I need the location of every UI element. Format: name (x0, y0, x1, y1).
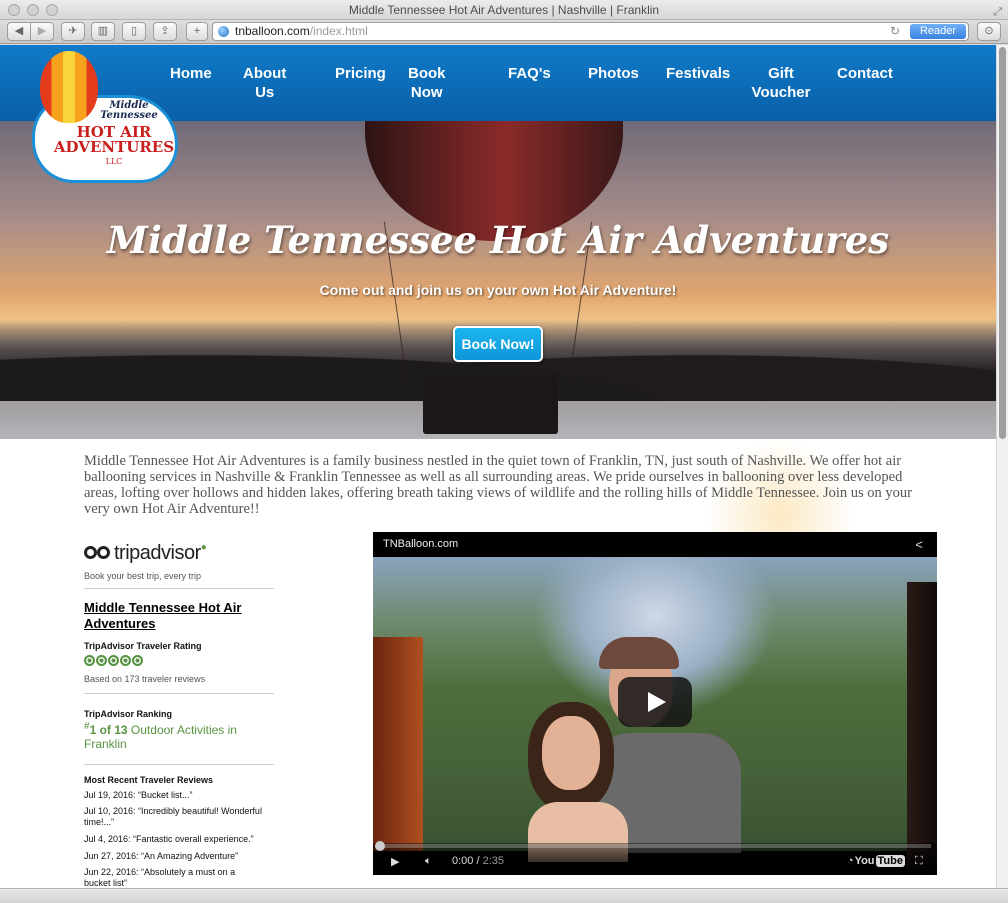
ranking-position: 1 of 13 (89, 723, 128, 737)
play-small-icon[interactable]: ▶ (391, 855, 399, 868)
url-domain: tnballoon.com (235, 24, 310, 38)
hero-book-now-button[interactable]: Book Now! (453, 326, 543, 362)
reviews-count-link[interactable]: Based on 173 traveler reviews (84, 674, 205, 684)
tripadvisor-business-link[interactable]: Middle Tennessee Hot Air Adventures (84, 600, 274, 632)
tripadvisor-widget: tripadvisor● Book your best trip, every … (74, 532, 274, 888)
nav-about-us[interactable]: About Us (243, 64, 286, 102)
tripadvisor-owl-icon (84, 546, 112, 560)
site-logo[interactable]: Middle Tennessee HOT AIR ADVENTURES LLC (28, 51, 182, 191)
rating-bubble-icon (120, 655, 131, 666)
video-title-bar: TNBalloon.com < (373, 532, 937, 557)
back-button[interactable]: ◀ (7, 22, 31, 41)
fullscreen-icon[interactable]: ⛶ (915, 855, 923, 868)
logo-line-2: HOT AIR ADVENTURES (53, 123, 175, 156)
hero-subtitle: Come out and join us on your own Hot Air… (319, 282, 677, 298)
window-controls (8, 4, 58, 16)
youtube-video-player[interactable]: TNBalloon.com < ▶ 🔈︎ 0:00 / 2:35 ◔ You Tu… (373, 532, 937, 875)
ranking-text[interactable]: #1 of 13 Outdoor Activities in Franklin (84, 720, 274, 751)
minimize-window-button[interactable] (27, 4, 39, 16)
progress-scrubber[interactable] (375, 841, 385, 851)
nav-book-now[interactable]: Book Now (408, 64, 446, 102)
nav-pricing[interactable]: Pricing (335, 64, 386, 83)
nav-festivals[interactable]: Festivals (666, 64, 730, 83)
reader-button[interactable]: Reader (910, 24, 966, 39)
rating-bubble-icon (108, 655, 119, 666)
rating-bubble-icon (96, 655, 107, 666)
extensions-icon[interactable]: ✈ (61, 22, 85, 41)
tripadvisor-tagline: Book your best trip, every trip (84, 571, 202, 581)
page-scrollbar[interactable] (996, 45, 1008, 888)
balloon-frame-right (907, 582, 937, 875)
play-icon[interactable] (618, 677, 692, 727)
time-total: 2:35 (482, 855, 505, 867)
window-title: Middle Tennessee Hot Air Adventures | Na… (348, 3, 660, 17)
sidebar-icon[interactable]: ▯ (122, 22, 146, 41)
divider (84, 693, 274, 694)
rating-bubble-icon (132, 655, 143, 666)
address-bar[interactable]: tnballoon.com/index.html ↻ Reader (212, 22, 969, 41)
divider (84, 764, 274, 765)
video-controls: ▶ 🔈︎ 0:00 / 2:35 ◔ You Tube ⛶ (373, 841, 937, 875)
review-item[interactable]: Jul 19, 2016: “Bucket list...” (84, 790, 274, 801)
review-item[interactable]: Jun 27, 2016: “An Amazing Adventure” (84, 851, 274, 862)
recent-reviews-heading: Most Recent Traveler Reviews (84, 775, 214, 785)
balloon-frame-left (373, 637, 423, 851)
reading-list-icon[interactable]: ▥ (91, 22, 115, 41)
hero-title: Middle Tennessee Hot Air Adventures (106, 218, 890, 262)
share-page-icon[interactable]: ⇪ (153, 22, 177, 41)
nav-faqs[interactable]: FAQ's (508, 64, 551, 83)
forward-button[interactable]: ▶ (30, 22, 54, 41)
nav-photos[interactable]: Photos (588, 64, 639, 83)
divider (84, 588, 274, 589)
status-bar (0, 888, 1008, 903)
video-title[interactable]: TNBalloon.com (383, 538, 458, 550)
volume-icon[interactable]: 🔈︎ (425, 855, 432, 868)
rating-bubbles (84, 655, 143, 666)
video-time: 0:00 / 2:35 (452, 855, 505, 867)
globe-icon (218, 26, 229, 37)
url-path: /index.html (309, 24, 368, 38)
zoom-window-button[interactable] (46, 4, 58, 16)
tripadvisor-wordmark: tripadvisor (114, 542, 201, 564)
review-item[interactable]: Jul 4, 2016: “Fantastic overall experien… (84, 834, 274, 845)
youtube-logo[interactable]: You Tube (855, 855, 905, 867)
nav-contact[interactable]: Contact (837, 64, 893, 83)
new-tab-button[interactable]: + (186, 22, 208, 41)
fullscreen-icon[interactable]: ⤢ (993, 2, 1002, 22)
video-progress-bar[interactable] (375, 841, 931, 851)
watch-later-icon[interactable]: ◔ (847, 855, 854, 867)
nav-gift-voucher[interactable]: Gift Voucher (748, 64, 814, 102)
logo-line-1: Middle Tennessee (100, 100, 158, 121)
intro-paragraph: Middle Tennessee Hot Air Adventures is a… (84, 453, 913, 517)
review-item[interactable]: Jun 22, 2016: “Absolutely a must on a bu… (84, 867, 254, 888)
rating-bubble-icon (84, 655, 95, 666)
share-icon[interactable]: < (915, 537, 923, 552)
ranking-heading: TripAdvisor Ranking (84, 709, 173, 719)
rating-heading: TripAdvisor Traveler Rating (84, 641, 202, 651)
scrollbar-thumb[interactable] (999, 47, 1006, 439)
hero-balloon-basket (423, 376, 558, 434)
logo-line-3: LLC (105, 157, 123, 166)
close-window-button[interactable] (8, 4, 20, 16)
browser-toolbar: ◀ ▶ ✈ ▥ ▯ ⇪ + tnballoon.com/index.html ↻… (0, 20, 1008, 44)
tripadvisor-logo[interactable]: tripadvisor● (84, 542, 207, 565)
thumbnail-person (528, 702, 628, 862)
reload-icon[interactable]: ↻ (890, 23, 900, 40)
review-item[interactable]: Jul 10, 2016: “Incredibly beautiful! Won… (84, 806, 274, 828)
page-viewport: Home About Us Pricing Book Now FAQ's Pho… (0, 45, 996, 888)
window-titlebar: Middle Tennessee Hot Air Adventures | Na… (0, 0, 1008, 20)
time-current: 0:00 (452, 855, 474, 867)
downloads-icon[interactable]: ⊙ (977, 22, 1001, 41)
